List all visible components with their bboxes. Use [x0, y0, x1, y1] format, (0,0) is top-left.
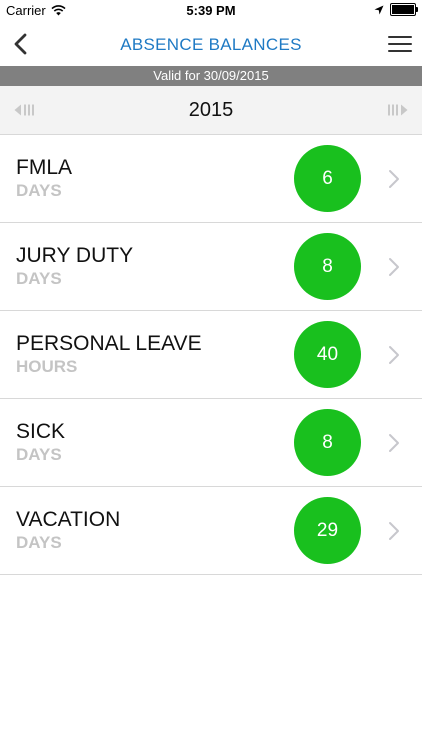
- balance-unit: DAYS: [16, 269, 62, 288]
- balance-row-jury-duty[interactable]: JURY DUTY DAYS 8: [0, 223, 422, 311]
- balance-value-badge: 6: [294, 145, 361, 212]
- next-year-icon[interactable]: [386, 103, 408, 117]
- balance-row-fmla[interactable]: FMLA DAYS 6: [0, 135, 422, 223]
- chevron-right-icon: [389, 434, 399, 452]
- balance-unit: DAYS: [16, 181, 62, 200]
- battery-icon: [390, 3, 418, 16]
- balance-value-badge: 40: [294, 321, 361, 388]
- balance-value-badge: 8: [294, 409, 361, 476]
- hamburger-menu-icon[interactable]: [388, 31, 412, 57]
- balance-list: FMLA DAYS 6 JURY DUTY DAYS 8 PERSONAL LE…: [0, 135, 422, 575]
- chevron-right-icon: [389, 346, 399, 364]
- balance-name: SICK: [16, 420, 66, 443]
- balance-name: FMLA: [16, 156, 73, 179]
- balance-name: PERSONAL LEAVE: [16, 332, 202, 355]
- balance-unit: DAYS: [16, 533, 62, 552]
- balance-row-personal-leave[interactable]: PERSONAL LEAVE HOURS 40: [0, 311, 422, 399]
- chevron-right-icon: [389, 258, 399, 276]
- chevron-right-icon: [389, 522, 399, 540]
- balance-value-badge: 29: [294, 497, 361, 564]
- balance-unit: DAYS: [16, 445, 62, 464]
- navigation-bar: ABSENCE BALANCES: [0, 22, 422, 66]
- balance-name: JURY DUTY: [16, 244, 134, 267]
- balance-name: VACATION: [16, 508, 121, 531]
- balance-row-vacation[interactable]: VACATION DAYS 29: [0, 487, 422, 575]
- location-arrow-icon: [374, 5, 384, 14]
- balance-unit: HOURS: [16, 357, 78, 376]
- balance-value-badge: 8: [294, 233, 361, 300]
- chevron-right-icon: [389, 170, 399, 188]
- year-label: 2015: [188, 99, 234, 121]
- back-chevron-icon[interactable]: [6, 29, 36, 59]
- status-bar: Carrier 5:39 PM: [0, 0, 422, 22]
- status-right: [374, 3, 418, 16]
- balance-row-sick[interactable]: SICK DAYS 8: [0, 399, 422, 487]
- status-time: 5:39 PM: [186, 3, 236, 18]
- year-selector: 2015: [0, 86, 422, 135]
- valid-date-banner: Valid for 30/09/2015: [0, 66, 422, 86]
- page-title: ABSENCE BALANCES: [120, 35, 302, 54]
